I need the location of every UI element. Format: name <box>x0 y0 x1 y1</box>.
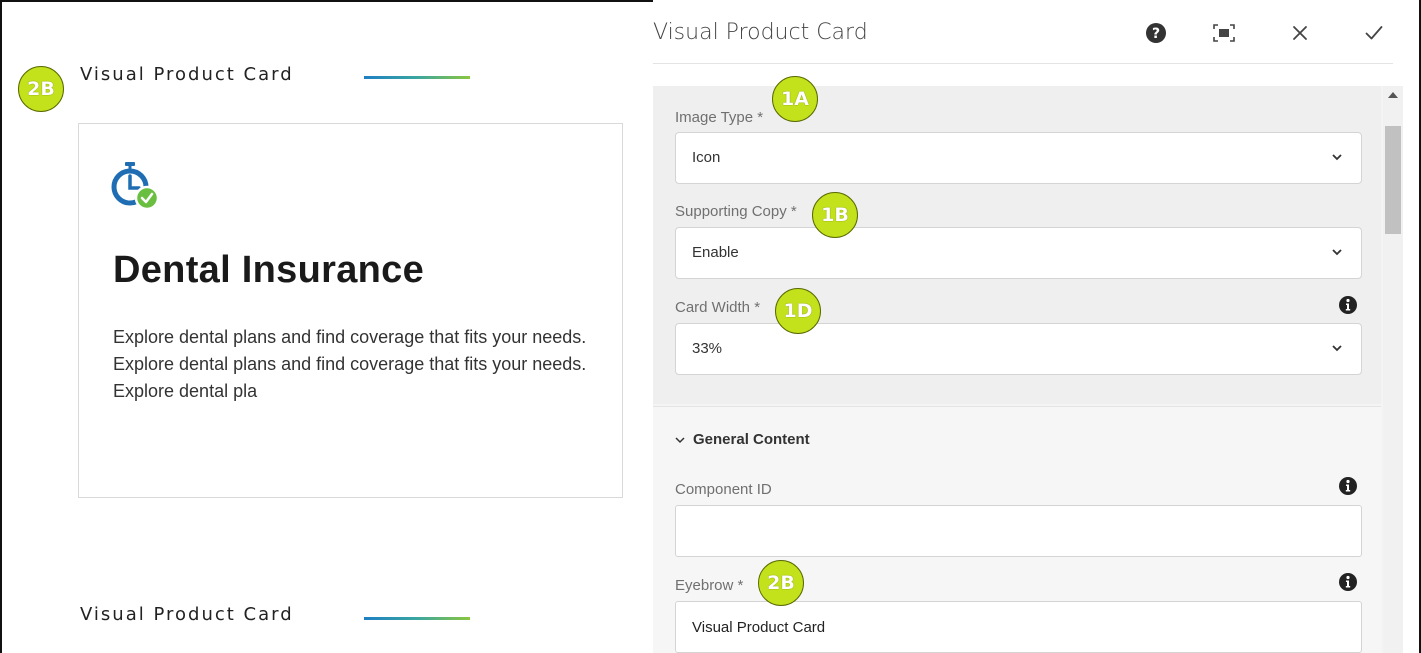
general-content-label: General Content <box>693 431 810 448</box>
edit-dialog: Visual Product Card ? Image Type * Icon … <box>653 0 1419 653</box>
eyebrow-text: Visual Product Card <box>80 604 294 625</box>
annotation-badge: 2B <box>18 66 64 112</box>
annotation-badge: 1B <box>812 192 858 238</box>
eyebrow-accent-line <box>364 76 470 79</box>
dialog-header: Visual Product Card ? <box>653 0 1393 64</box>
general-content-toggle[interactable]: General Content <box>675 431 810 448</box>
card-width-value: 33% <box>692 340 723 357</box>
info-icon[interactable] <box>1339 296 1357 314</box>
component-id-input[interactable] <box>676 506 1361 556</box>
supporting-copy-value: Enable <box>692 244 739 261</box>
chevron-down-icon <box>1332 249 1342 256</box>
chevron-down-icon <box>1332 345 1342 352</box>
eyebrow-accent-line <box>364 617 470 620</box>
chevron-down-icon <box>1332 154 1342 161</box>
supporting-copy-select[interactable]: Enable <box>675 227 1362 279</box>
fullscreen-icon <box>1213 24 1235 42</box>
scroll-thumb[interactable] <box>1385 126 1401 234</box>
chevron-down-icon <box>675 436 685 443</box>
close-button[interactable] <box>1285 18 1315 48</box>
fullscreen-button[interactable] <box>1209 18 1239 48</box>
card-title: Dental Insurance <box>113 249 425 291</box>
card-width-label: Card Width * <box>675 299 761 316</box>
card-width-select[interactable]: 33% <box>675 323 1362 375</box>
stopwatch-check-icon <box>111 160 167 216</box>
done-check-icon <box>1365 26 1383 40</box>
scrollbar[interactable] <box>1383 86 1403 653</box>
eyebrow-text: Visual Product Card <box>80 64 294 85</box>
help-button[interactable]: ? <box>1141 18 1171 48</box>
general-content-section: General Content Component ID Eyebrow * <box>653 406 1381 653</box>
annotation-badge: 1D <box>775 288 821 334</box>
annotation-badge: 1A <box>772 76 818 122</box>
dialog-title: Visual Product Card <box>653 20 868 45</box>
eyebrow-top: Visual Product Card <box>80 64 294 85</box>
help-icon: ? <box>1146 23 1166 43</box>
visual-product-card[interactable]: Dental Insurance Explore dental plans an… <box>78 123 623 498</box>
svg-text:?: ? <box>1152 26 1160 42</box>
eyebrow-input[interactable] <box>676 602 1361 652</box>
info-icon[interactable] <box>1339 573 1357 591</box>
eyebrow-label: Eyebrow * <box>675 577 744 594</box>
image-settings-section: Image Type * Icon Supporting Copy * Enab… <box>653 86 1381 404</box>
annotation-badge: 2B <box>758 560 804 606</box>
info-icon[interactable] <box>1339 477 1357 495</box>
scroll-up-arrow-icon[interactable] <box>1388 92 1398 98</box>
eyebrow-bottom: Visual Product Card <box>80 604 294 625</box>
eyebrow-field[interactable] <box>675 601 1362 653</box>
card-body-text: Explore dental plans and find coverage t… <box>113 327 587 401</box>
image-type-label: Image Type * <box>675 109 764 126</box>
close-icon <box>1293 26 1307 40</box>
supporting-copy-label: Supporting Copy * <box>675 203 797 220</box>
image-type-value: Icon <box>692 149 721 166</box>
image-type-select[interactable]: Icon <box>675 132 1362 184</box>
done-button[interactable] <box>1359 18 1389 48</box>
component-id-label: Component ID <box>675 481 772 498</box>
component-id-field[interactable] <box>675 505 1362 557</box>
